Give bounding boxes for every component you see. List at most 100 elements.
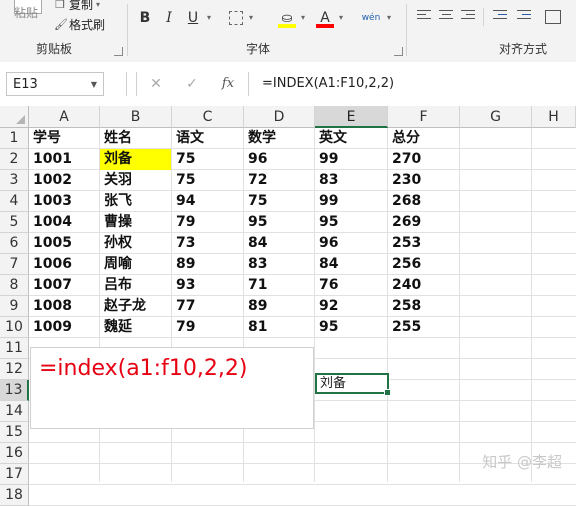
- table-cell[interactable]: 1002: [29, 170, 99, 191]
- table-cell[interactable]: 魏延: [100, 317, 171, 338]
- table-cell[interactable]: 84: [244, 233, 314, 254]
- table-cell[interactable]: 83: [315, 170, 387, 191]
- select-all-corner[interactable]: [0, 106, 29, 128]
- table-cell[interactable]: 1004: [29, 212, 99, 233]
- italic-button[interactable]: I: [160, 8, 178, 28]
- borders-button[interactable]: [228, 8, 244, 28]
- table-cell[interactable]: 89: [244, 296, 314, 317]
- table-cell[interactable]: 256: [388, 254, 459, 275]
- table-cell[interactable]: 75: [244, 191, 314, 212]
- row-header-16[interactable]: 16: [0, 443, 29, 464]
- table-cell[interactable]: 92: [315, 296, 387, 317]
- table-cell[interactable]: 曹操: [100, 212, 171, 233]
- borders-dropdown-icon[interactable]: ▾: [246, 8, 256, 28]
- header-cell[interactable]: 数学: [244, 128, 314, 149]
- selected-cell-e13[interactable]: 刘备: [315, 373, 391, 396]
- row-header-15[interactable]: 15: [0, 422, 29, 443]
- table-cell[interactable]: 268: [388, 191, 459, 212]
- row-header-13[interactable]: 13: [0, 380, 29, 401]
- header-cell[interactable]: 学号: [29, 128, 99, 149]
- increase-indent-icon[interactable]: [517, 10, 533, 24]
- column-header-g[interactable]: G: [460, 106, 532, 128]
- table-cell[interactable]: 1006: [29, 254, 99, 275]
- row-header-18[interactable]: 18: [0, 485, 29, 506]
- table-cell[interactable]: 77: [172, 296, 243, 317]
- table-cell[interactable]: 关羽: [100, 170, 171, 191]
- name-box[interactable]: E13 ▼: [6, 72, 104, 96]
- column-header-c[interactable]: C: [172, 106, 244, 128]
- table-cell[interactable]: 吕布: [100, 275, 171, 296]
- column-header-a[interactable]: A: [29, 106, 100, 128]
- table-cell[interactable]: 1009: [29, 317, 99, 338]
- header-cell[interactable]: 语文: [172, 128, 243, 149]
- row-header-4[interactable]: 4: [0, 191, 29, 212]
- table-cell[interactable]: 95: [244, 212, 314, 233]
- paste-button[interactable]: 粘贴: [14, 4, 38, 21]
- table-cell[interactable]: 1008: [29, 296, 99, 317]
- row-header-10[interactable]: 10: [0, 317, 29, 338]
- table-cell[interactable]: 96: [244, 149, 314, 170]
- align-right-icon[interactable]: [461, 10, 477, 24]
- table-cell[interactable]: 73: [172, 233, 243, 254]
- underline-dropdown-icon[interactable]: ▾: [204, 8, 214, 28]
- table-cell[interactable]: 95: [315, 212, 387, 233]
- table-cell[interactable]: 93: [172, 275, 243, 296]
- column-header-f[interactable]: F: [388, 106, 460, 128]
- table-cell[interactable]: 270: [388, 149, 459, 170]
- table-cell[interactable]: 刘备: [100, 149, 171, 170]
- fill-color-button[interactable]: ⛀: [278, 8, 296, 28]
- table-cell[interactable]: 赵子龙: [100, 296, 171, 317]
- table-cell[interactable]: 1007: [29, 275, 99, 296]
- annotation-textbox[interactable]: =index(a1:f10,2,2): [30, 347, 314, 429]
- enter-icon[interactable]: ✓: [182, 74, 202, 94]
- column-header-b[interactable]: B: [100, 106, 172, 128]
- table-cell[interactable]: 张飞: [100, 191, 171, 212]
- table-cell[interactable]: 255: [388, 317, 459, 338]
- column-header-h[interactable]: H: [532, 106, 576, 128]
- align-left-icon[interactable]: [417, 10, 433, 24]
- row-header-7[interactable]: 7: [0, 254, 29, 275]
- cancel-icon[interactable]: ✕: [146, 74, 166, 94]
- table-cell[interactable]: 258: [388, 296, 459, 317]
- fill-dropdown-icon[interactable]: ▾: [298, 8, 308, 28]
- table-cell[interactable]: 99: [315, 191, 387, 212]
- table-cell[interactable]: 76: [315, 275, 387, 296]
- table-cell[interactable]: 253: [388, 233, 459, 254]
- row-header-12[interactable]: 12: [0, 359, 29, 380]
- table-cell[interactable]: 75: [172, 170, 243, 191]
- font-launcher-icon[interactable]: [394, 47, 403, 56]
- table-cell[interactable]: 1001: [29, 149, 99, 170]
- table-cell[interactable]: 1003: [29, 191, 99, 212]
- row-header-8[interactable]: 8: [0, 275, 29, 296]
- row-header-6[interactable]: 6: [0, 233, 29, 254]
- align-center-icon[interactable]: [439, 10, 455, 24]
- row-header-2[interactable]: 2: [0, 149, 29, 170]
- row-header-9[interactable]: 9: [0, 296, 29, 317]
- table-cell[interactable]: 72: [244, 170, 314, 191]
- wrap-text-icon[interactable]: [545, 10, 561, 24]
- table-cell[interactable]: 71: [244, 275, 314, 296]
- row-header-3[interactable]: 3: [0, 170, 29, 191]
- format-painter-button[interactable]: 🖌 格式刷: [54, 16, 105, 33]
- table-cell[interactable]: 1005: [29, 233, 99, 254]
- header-cell[interactable]: 姓名: [100, 128, 171, 149]
- table-cell[interactable]: 269: [388, 212, 459, 233]
- clipboard-launcher-icon[interactable]: [114, 47, 123, 56]
- table-cell[interactable]: 79: [172, 317, 243, 338]
- row-header-5[interactable]: 5: [0, 212, 29, 233]
- table-cell[interactable]: 84: [315, 254, 387, 275]
- copy-button[interactable]: ❐ 复制 ▾: [54, 0, 100, 13]
- header-cell[interactable]: 英文: [315, 128, 387, 149]
- table-cell[interactable]: 96: [315, 233, 387, 254]
- column-header-d[interactable]: D: [244, 106, 315, 128]
- table-cell[interactable]: 孙权: [100, 233, 171, 254]
- insert-function-button[interactable]: fx: [218, 74, 238, 94]
- table-cell[interactable]: 75: [172, 149, 243, 170]
- table-cell[interactable]: 240: [388, 275, 459, 296]
- header-cell[interactable]: 总分: [388, 128, 459, 149]
- column-header-e[interactable]: E: [315, 106, 388, 128]
- table-cell[interactable]: 83: [244, 254, 314, 275]
- table-cell[interactable]: 99: [315, 149, 387, 170]
- row-header-14[interactable]: 14: [0, 401, 29, 422]
- table-cell[interactable]: 79: [172, 212, 243, 233]
